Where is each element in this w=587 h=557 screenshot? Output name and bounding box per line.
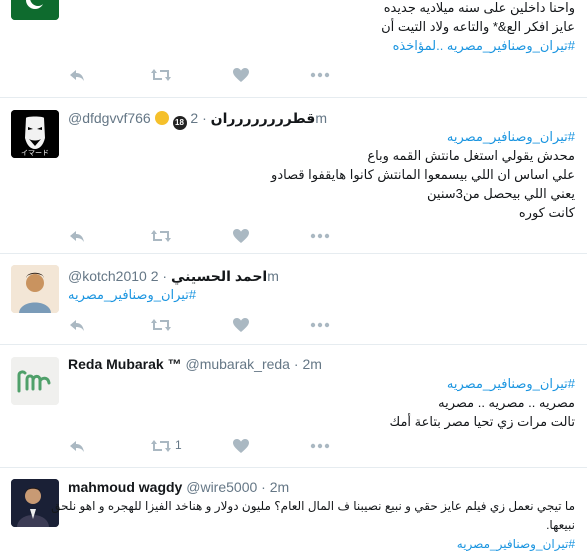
retweet-count: 1	[175, 438, 182, 452]
user-fullname[interactable]: Reda Mubarak ™	[68, 356, 182, 372]
more-button[interactable]	[310, 316, 330, 336]
tweet-time[interactable]: 2m	[270, 479, 289, 495]
hashtag-link[interactable]: #تيران_وصنافير_مصريه ..لمؤاخذه	[68, 36, 575, 55]
user-handle[interactable]: @wire5000	[186, 479, 257, 495]
retweet-icon	[151, 319, 171, 331]
tweet-text: واحنا داخلين على سنه ميلاديه جديده عايز …	[68, 0, 575, 55]
retweet-button[interactable]	[150, 66, 172, 86]
separator-dot: ·	[261, 479, 266, 495]
retweet-button[interactable]	[150, 227, 172, 247]
more-button[interactable]	[310, 227, 330, 247]
tweet[interactable]: mahmoud wagdy @wire5000 · 2m ما تيجي نعم…	[0, 467, 587, 557]
hashtag-link[interactable]: #تيران_وصنافير_مصريه	[68, 127, 575, 146]
tweet[interactable]: @kotch2010 احمد الحسيني · 2m #تيران_وصنا…	[0, 253, 587, 345]
user-handle[interactable]: @kotch2010	[68, 268, 147, 284]
retweet-icon	[151, 69, 171, 81]
user-handle[interactable]: @mubarak_reda	[185, 356, 290, 372]
reply-button[interactable]	[68, 316, 86, 336]
tweet-line: تالت مرات زي تحيا مصر بتاعة أمك	[389, 414, 575, 429]
reply-icon	[70, 70, 84, 81]
tweet-header: Reda Mubarak ™ @mubarak_reda · 2m	[68, 354, 575, 374]
like-button[interactable]	[232, 437, 250, 457]
tweet-text: #تيران_وصنافير_مصريه مصريه .. مصريه .. م…	[68, 374, 575, 431]
retweet-button[interactable]: 1	[150, 437, 182, 457]
reply-icon	[70, 231, 84, 242]
user-fullname[interactable]: mahmoud wagdy	[68, 479, 182, 495]
timeline: واحنا داخلين على سنه ميلاديه جديده عايز …	[0, 0, 587, 551]
rm-logo-icon	[11, 357, 59, 405]
tweet-time[interactable]: 2m	[302, 356, 321, 372]
separator-dot: ·	[293, 356, 299, 372]
separator-dot: ·	[162, 268, 168, 284]
hashtag-link[interactable]: #تيران_وصنافير_مصريه	[68, 535, 575, 554]
user-fullname[interactable]: احمد الحسيني	[171, 268, 267, 284]
like-button[interactable]	[232, 66, 250, 86]
reply-button[interactable]	[68, 66, 86, 86]
reply-icon	[70, 441, 84, 452]
more-button[interactable]	[310, 66, 330, 86]
reply-button[interactable]	[68, 437, 86, 457]
avatar-text: イマード	[21, 149, 49, 157]
tweet-line: كانت كوره	[518, 205, 575, 220]
retweet-icon	[151, 230, 171, 242]
tweet-line: نبيعها.	[546, 518, 575, 532]
person-photo-icon	[11, 265, 59, 313]
tweet-line: ما تيجي نعمل زي فيلم عايز حقي و نبيع نصي…	[51, 499, 575, 513]
flag-icon	[11, 0, 59, 20]
tweet-text: ما تيجي نعمل زي فيلم عايز حقي و نبيع نصي…	[51, 497, 575, 554]
avatar[interactable]	[11, 0, 59, 20]
tweet-line: مصريه .. مصريه .. مصريه	[438, 395, 575, 410]
tweet-line: محدش يقولي استغل مانتش القمه وباع	[367, 148, 575, 163]
heart-icon	[233, 318, 249, 332]
more-icon	[310, 72, 330, 78]
avatar[interactable]	[11, 357, 59, 405]
separator-dot: ·	[202, 110, 207, 126]
more-icon	[310, 322, 330, 328]
tweet-header: @dfdgvvf766 18 قطرررررررران · 2m	[68, 108, 575, 130]
heart-icon	[233, 229, 249, 243]
avatar[interactable]	[11, 265, 59, 313]
more-button[interactable]	[310, 437, 330, 457]
heart-icon	[233, 439, 249, 453]
tweet-line: يعني اللي بيحصل من3سنين	[427, 186, 575, 201]
hashtag-link[interactable]: #تيران_وصنافير_مصريه	[68, 374, 575, 393]
tweet-header: mahmoud wagdy @wire5000 · 2m	[68, 477, 575, 497]
retweet-button[interactable]	[150, 316, 172, 336]
tweet-header: @kotch2010 احمد الحسيني · 2m	[68, 266, 575, 286]
like-button[interactable]	[232, 227, 250, 247]
mask-icon: イマード	[11, 110, 59, 158]
tweet[interactable]: Reda Mubarak ™ @mubarak_reda · 2m #تيران…	[0, 344, 587, 468]
reply-icon	[70, 320, 84, 331]
tweet-text: #تيران_وصنافير_مصريه محدش يقولي استغل ما…	[68, 127, 575, 222]
tweet-line: واحنا داخلين على سنه ميلاديه جديده	[383, 0, 575, 15]
tweet-text: #تيران_وصنافير_مصريه	[68, 285, 575, 304]
tweet-line: علي اساس ان اللي بيسمعوا المانتش كانوا ه…	[271, 167, 575, 182]
heart-icon	[233, 68, 249, 82]
tweet-line: عايز افكر الع&* والتاعه ولاد التيت أن	[381, 19, 575, 34]
user-handle[interactable]: @dfdgvvf766	[68, 110, 151, 126]
like-button[interactable]	[232, 316, 250, 336]
tweet[interactable]: واحنا داخلين على سنه ميلاديه جديده عايز …	[0, 0, 587, 98]
more-icon	[310, 233, 330, 239]
retweet-icon	[151, 440, 171, 452]
more-icon	[310, 443, 330, 449]
tweet[interactable]: イマード @dfdgvvf766 18 قطرررررررران · 2m #ت…	[0, 97, 587, 254]
reply-button[interactable]	[68, 227, 86, 247]
screaming-face-icon	[154, 111, 169, 125]
avatar[interactable]: イマード	[11, 110, 59, 158]
hashtag-link[interactable]: #تيران_وصنافير_مصريه	[68, 285, 196, 304]
user-fullname[interactable]: قطرررررررران	[211, 110, 316, 126]
